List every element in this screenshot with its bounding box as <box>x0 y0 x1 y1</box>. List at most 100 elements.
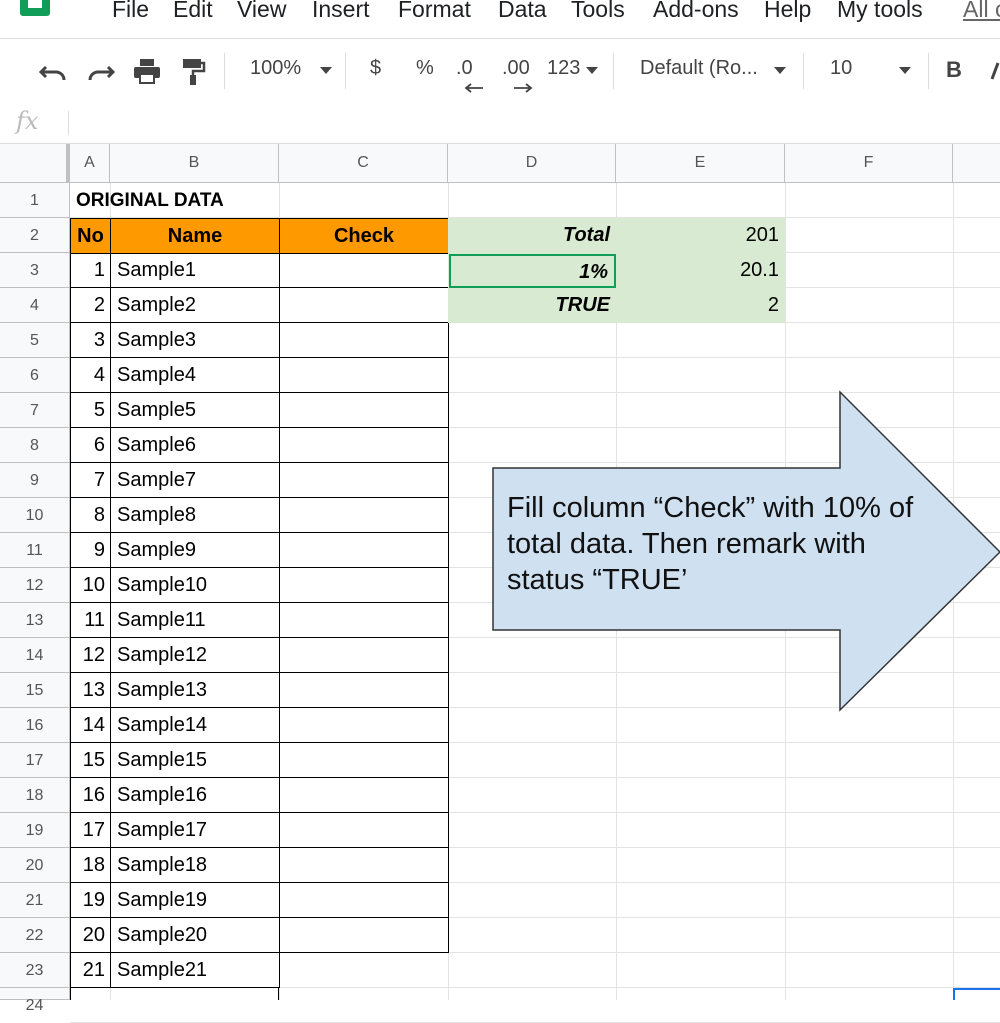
font-family-select[interactable]: Default (Ro... <box>640 57 758 80</box>
row-header[interactable]: 12 <box>0 568 70 603</box>
row-header[interactable]: 14 <box>0 638 70 673</box>
row-name-cell[interactable]: Sample20 <box>110 918 280 953</box>
row-name-cell[interactable]: Sample16 <box>110 778 280 813</box>
row-name-cell[interactable]: Sample19 <box>110 883 280 918</box>
decrease-decimals-button[interactable]: .0 <box>456 57 473 80</box>
row-name-cell[interactable]: Sample18 <box>110 848 280 883</box>
summary-percent-label[interactable]: 1% <box>449 254 616 288</box>
row-check-cell[interactable] <box>279 848 449 883</box>
undo-icon[interactable] <box>38 59 68 83</box>
row-header[interactable]: 18 <box>0 778 70 813</box>
row-header[interactable]: 17 <box>0 743 70 778</box>
row-header[interactable]: 24 <box>0 988 70 1014</box>
row-no-cell[interactable]: 21 <box>70 953 111 988</box>
row-check-cell[interactable] <box>279 813 449 848</box>
row-name-cell[interactable]: Sample7 <box>110 463 280 498</box>
font-size-chevron-down-icon[interactable] <box>899 67 911 74</box>
row-check-cell[interactable] <box>279 253 449 288</box>
row-no-cell[interactable]: 13 <box>70 673 111 708</box>
row-name-cell[interactable]: Sample13 <box>110 673 280 708</box>
row-no-cell[interactable]: 10 <box>70 568 111 603</box>
row-header[interactable]: 13 <box>0 603 70 638</box>
row-partial-cell[interactable] <box>70 988 279 1000</box>
header-no[interactable]: No <box>70 218 111 254</box>
row-check-cell[interactable] <box>279 638 449 673</box>
row-no-cell[interactable]: 9 <box>70 533 111 568</box>
menu-data[interactable]: Data <box>498 0 547 23</box>
zoom-select[interactable]: 100% <box>250 57 301 80</box>
summary-total-label[interactable]: Total <box>448 218 616 253</box>
cell-selection[interactable] <box>953 988 1000 1000</box>
row-header[interactable]: 11 <box>0 533 70 568</box>
row-name-cell[interactable]: Sample2 <box>110 288 280 323</box>
menu-addons[interactable]: Add-ons <box>653 0 739 23</box>
row-name-cell[interactable]: Sample11 <box>110 603 280 638</box>
row-no-cell[interactable]: 18 <box>70 848 111 883</box>
row-header[interactable]: 10 <box>0 498 70 533</box>
print-icon[interactable] <box>132 57 162 85</box>
header-name[interactable]: Name <box>110 218 280 254</box>
paint-format-icon[interactable] <box>180 57 206 87</box>
column-header-b[interactable]: B <box>110 144 279 182</box>
menu-help[interactable]: Help <box>764 0 811 23</box>
row-no-cell[interactable]: 14 <box>70 708 111 743</box>
row-name-cell[interactable]: Sample1 <box>110 253 280 288</box>
currency-format-button[interactable]: $ <box>370 57 381 80</box>
summary-true-label[interactable]: TRUE <box>448 288 616 323</box>
row-check-cell[interactable] <box>279 603 449 638</box>
row-name-cell[interactable]: Sample8 <box>110 498 280 533</box>
row-check-cell[interactable] <box>279 568 449 603</box>
row-no-cell[interactable]: 17 <box>70 813 111 848</box>
bold-button[interactable]: B <box>946 57 962 83</box>
row-check-cell[interactable] <box>279 393 449 428</box>
row-header[interactable]: 22 <box>0 918 70 953</box>
row-no-cell[interactable]: 12 <box>70 638 111 673</box>
column-header-e[interactable]: E <box>616 144 785 182</box>
row-header[interactable]: 6 <box>0 358 70 393</box>
column-header-d[interactable]: D <box>448 144 616 182</box>
row-header[interactable]: 5 <box>0 323 70 358</box>
row-check-cell[interactable] <box>279 673 449 708</box>
row-no-cell[interactable]: 15 <box>70 743 111 778</box>
increase-decimals-button[interactable]: .00 <box>502 57 530 80</box>
row-name-cell[interactable]: Sample21 <box>110 953 280 988</box>
row-no-cell[interactable]: 1 <box>70 253 111 288</box>
row-check-cell[interactable] <box>279 743 449 778</box>
row-name-cell[interactable]: Sample3 <box>110 323 280 358</box>
row-header[interactable]: 8 <box>0 428 70 463</box>
row-name-cell[interactable]: Sample12 <box>110 638 280 673</box>
row-no-cell[interactable]: 5 <box>70 393 111 428</box>
menu-file[interactable]: File <box>112 0 149 23</box>
row-header[interactable]: 19 <box>0 813 70 848</box>
row-name-cell[interactable]: Sample15 <box>110 743 280 778</box>
row-no-cell[interactable]: 20 <box>70 918 111 953</box>
row-check-cell[interactable] <box>279 918 449 953</box>
row-check-cell[interactable] <box>279 358 449 393</box>
row-name-cell[interactable]: Sample9 <box>110 533 280 568</box>
column-header-g[interactable] <box>953 144 1000 182</box>
menu-tools[interactable]: Tools <box>571 0 625 23</box>
row-name-cell[interactable]: Sample6 <box>110 428 280 463</box>
row-no-cell[interactable]: 4 <box>70 358 111 393</box>
header-check[interactable]: Check <box>279 218 449 254</box>
row-header[interactable]: 16 <box>0 708 70 743</box>
row-check-cell[interactable] <box>279 463 449 498</box>
all-changes-link[interactable]: All c <box>963 0 1000 23</box>
row-name-cell[interactable]: Sample4 <box>110 358 280 393</box>
percent-format-button[interactable]: % <box>416 57 434 80</box>
redo-icon[interactable] <box>86 59 116 83</box>
row-header[interactable]: 20 <box>0 848 70 883</box>
row-no-cell[interactable]: 7 <box>70 463 111 498</box>
zoom-chevron-down-icon[interactable] <box>320 67 332 74</box>
column-header-a[interactable]: A <box>70 144 110 182</box>
row-check-cell[interactable] <box>279 708 449 743</box>
select-all-corner[interactable] <box>0 144 70 182</box>
more-formats-chevron-down-icon[interactable] <box>586 67 598 74</box>
menu-format[interactable]: Format <box>398 0 471 23</box>
row-header[interactable]: 2 <box>0 218 70 253</box>
summary-total-value[interactable]: 201 <box>616 218 785 253</box>
column-header-c[interactable]: C <box>279 144 448 182</box>
row-name-cell[interactable]: Sample14 <box>110 708 280 743</box>
row-name-cell[interactable]: Sample17 <box>110 813 280 848</box>
row-no-cell[interactable]: 2 <box>70 288 111 323</box>
